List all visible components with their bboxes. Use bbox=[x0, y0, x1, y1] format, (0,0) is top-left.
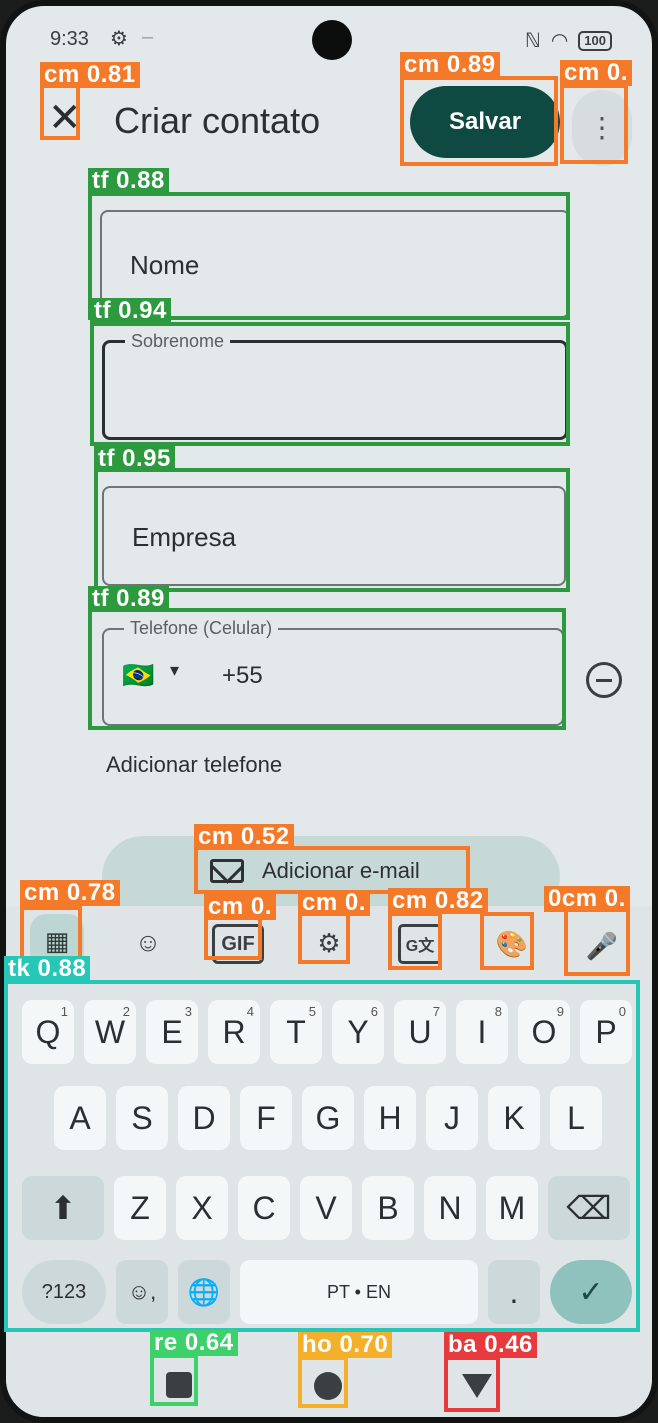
overlay-box-gif bbox=[204, 914, 262, 960]
overlay-box-save bbox=[400, 76, 558, 166]
overlay-box-more bbox=[560, 84, 628, 164]
status-time: 9:33 bbox=[50, 28, 89, 50]
overlay-label-recents: re 0.64 bbox=[150, 1330, 238, 1356]
overlay-label-mic: 0cm 0. bbox=[544, 886, 630, 912]
overlay-label-last-name: tf 0.94 bbox=[90, 298, 171, 324]
overlay-label-settings: cm 0. bbox=[298, 890, 370, 916]
sticker-icon[interactable]: ☺ bbox=[128, 922, 168, 962]
page-title: Criar contato bbox=[114, 100, 321, 141]
overlay-box-keyboard bbox=[4, 980, 640, 1332]
overlay-label-translate: cm 0.82 bbox=[388, 888, 488, 914]
add-phone-link[interactable]: Adicionar telefone bbox=[106, 752, 282, 778]
overlay-box-back bbox=[444, 1356, 500, 1412]
overlay-label-grid: cm 0.78 bbox=[20, 880, 120, 906]
overlay-label-close: cm 0.81 bbox=[40, 62, 140, 88]
overlay-box-home bbox=[298, 1356, 348, 1408]
overlay-label-keyboard: tk 0.88 bbox=[4, 956, 91, 982]
battery-icon: 100 bbox=[578, 30, 612, 51]
overlay-label-first-name: tf 0.88 bbox=[88, 168, 169, 194]
overlay-box-phone bbox=[88, 608, 566, 730]
overlay-box-company bbox=[94, 468, 570, 592]
overlay-label-company: tf 0.95 bbox=[94, 446, 175, 472]
remove-phone-icon[interactable] bbox=[586, 662, 622, 698]
status-dash: – bbox=[142, 26, 154, 48]
overlay-label-phone: tf 0.89 bbox=[88, 586, 169, 612]
overlay-label-home: ho 0.70 bbox=[298, 1332, 393, 1358]
camera-cutout bbox=[312, 20, 352, 60]
overlay-box-close bbox=[40, 84, 80, 140]
status-gear-icon: ⚙ bbox=[110, 28, 128, 50]
overlay-box-recents bbox=[150, 1354, 198, 1406]
wifi-icon: ◠ bbox=[550, 30, 569, 52]
overlay-label-gif: cm 0. bbox=[204, 894, 276, 920]
overlay-label-save: cm 0.89 bbox=[400, 52, 500, 78]
overlay-box-mic bbox=[564, 908, 630, 976]
overlay-label-more: cm 0. bbox=[560, 60, 632, 86]
overlay-box-settings bbox=[298, 910, 350, 964]
overlay-box-palette bbox=[480, 912, 534, 970]
overlay-label-back: ba 0.46 bbox=[444, 1332, 537, 1358]
overlay-box-last-name bbox=[90, 322, 570, 446]
status-icons: ℕ ◠ 100 bbox=[525, 28, 612, 53]
overlay-label-add-email: cm 0.52 bbox=[194, 824, 294, 850]
overlay-box-translate bbox=[388, 912, 442, 970]
nfc-icon: ℕ bbox=[524, 30, 541, 52]
